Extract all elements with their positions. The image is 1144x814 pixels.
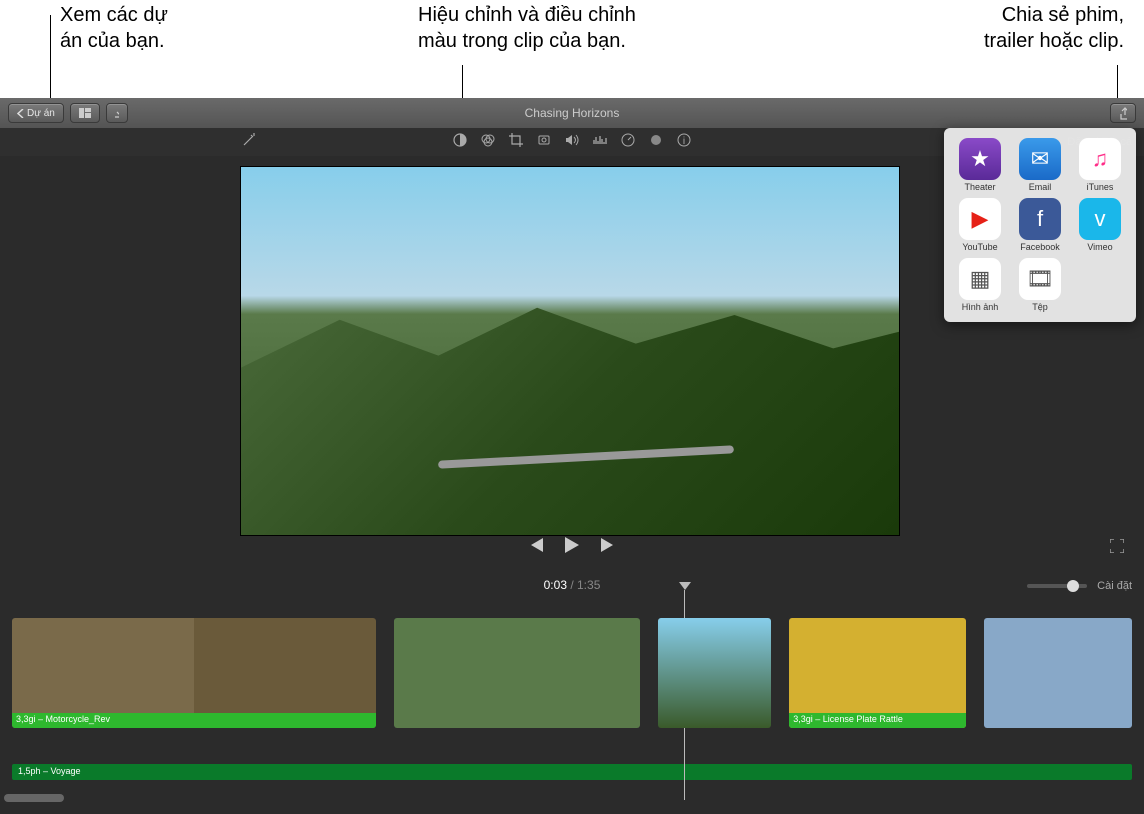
- anno-share: Chia sẻ phim, trailer hoặc clip.: [984, 2, 1124, 54]
- share-icon: 🎞: [1019, 258, 1061, 300]
- share-button[interactable]: [1110, 103, 1136, 123]
- zoom-thumb[interactable]: [1067, 580, 1079, 592]
- timeline-clip[interactable]: 3,3gi – License Plate Rattle: [789, 618, 966, 728]
- clip-thumbnail: [12, 618, 194, 728]
- zoom-slider[interactable]: [1027, 584, 1087, 588]
- anno-color: Hiệu chỉnh và điều chỉnh màu trong clip …: [418, 2, 636, 54]
- clip-thumbnail: [194, 618, 376, 728]
- info-icon[interactable]: i: [677, 133, 691, 152]
- adjustment-icons: i: [453, 133, 691, 152]
- settings-button[interactable]: Cài đặt: [1097, 580, 1132, 592]
- timeline-clip[interactable]: [984, 618, 1132, 728]
- total-time: 1:35: [577, 578, 600, 592]
- anno-projects: Xem các dự án của bạn.: [60, 2, 168, 54]
- share-item-vimeo[interactable]: v Vimeo: [1072, 198, 1128, 252]
- share-item-label: iTunes: [1087, 182, 1114, 192]
- share-icon: ▦: [959, 258, 1001, 300]
- next-button[interactable]: [599, 538, 615, 557]
- color-balance-icon[interactable]: [453, 133, 467, 152]
- play-button[interactable]: [565, 537, 579, 558]
- timeline[interactable]: 3,3gi – Motorcycle_Rev 3,3gi – License Pl…: [0, 610, 1144, 806]
- project-title: Chasing Horizons: [525, 106, 620, 120]
- stabilization-icon[interactable]: [537, 133, 551, 151]
- timeline-settings: Cài đặt: [1027, 580, 1132, 592]
- volume-icon[interactable]: [565, 133, 579, 151]
- main-toolbar: Dự án Chasing Horizons: [0, 98, 1144, 128]
- share-icon: f: [1019, 198, 1061, 240]
- clip-thumbnail: [658, 618, 771, 728]
- share-item-hình ảnh[interactable]: ▦ Hình ảnh: [952, 258, 1008, 312]
- clip-thumbnail: [789, 618, 966, 728]
- share-popover: ★ Theater ✉ Email ♫ iTunes ▶ YouTube f Facebook vV…: [944, 128, 1136, 322]
- share-item-itunes[interactable]: ♫ iTunes: [1072, 138, 1128, 192]
- crop-icon[interactable]: [509, 133, 523, 152]
- share-item-label: YouTube: [962, 242, 997, 252]
- clip-thumbnail: [984, 618, 1132, 728]
- clip-audio-label: 3,3gi – Motorcycle_Rev: [12, 713, 376, 728]
- timeline-clip[interactable]: [658, 618, 771, 728]
- clip-thumbnail: [394, 618, 640, 728]
- media-library-button[interactable]: [70, 103, 100, 123]
- share-item-label: Facebook: [1020, 242, 1060, 252]
- prev-button[interactable]: [529, 538, 545, 557]
- annotation-layer: Xem các dự án của bạn. Hiệu chỉnh và điề…: [0, 0, 1144, 98]
- share-item-tệp[interactable]: 🎞 Tệp: [1012, 258, 1068, 312]
- noise-reduction-icon[interactable]: [593, 133, 607, 151]
- time-display: 0:03 / 1:35: [544, 578, 601, 592]
- timeline-clip[interactable]: 3,3gi – Motorcycle_Rev: [12, 618, 376, 728]
- svg-text:i: i: [683, 136, 685, 147]
- preview-content: [241, 296, 899, 535]
- share-icon: ▶: [959, 198, 1001, 240]
- magic-wand-icon[interactable]: [242, 133, 256, 152]
- clips-row: 3,3gi – Motorcycle_Rev 3,3gi – License Pl…: [0, 610, 1144, 740]
- color-correction-icon[interactable]: [481, 133, 495, 152]
- projects-back-button[interactable]: Dự án: [8, 103, 64, 123]
- library-icon: [79, 108, 91, 118]
- fullscreen-button[interactable]: [1110, 539, 1124, 558]
- imovie-window: Dự án Chasing Horizons i Đặt lại Tấ: [0, 98, 1144, 814]
- chevron-left-icon: [17, 109, 24, 118]
- share-icon: [1119, 107, 1127, 120]
- share-item-label: Vimeo: [1087, 242, 1112, 252]
- share-item-label: Hình ảnh: [962, 302, 999, 312]
- speed-icon[interactable]: [621, 133, 635, 152]
- share-item-label: Email: [1029, 182, 1052, 192]
- transport-controls: [529, 537, 615, 558]
- background-audio-track[interactable]: 1,5ph – Voyage: [12, 764, 1132, 780]
- share-icon: ♫: [1079, 138, 1121, 180]
- share-item-email[interactable]: ✉ Email: [1012, 138, 1068, 192]
- video-preview[interactable]: [240, 166, 900, 536]
- share-item-label: Theater: [964, 182, 995, 192]
- share-item-label: Tệp: [1032, 302, 1048, 312]
- share-icon: ✉: [1019, 138, 1061, 180]
- share-icon: ★: [959, 138, 1001, 180]
- filter-icon[interactable]: [649, 133, 663, 152]
- time-sep: /: [567, 578, 577, 592]
- share-item-theater[interactable]: ★ Theater: [952, 138, 1008, 192]
- share-item-facebook[interactable]: f Facebook: [1012, 198, 1068, 252]
- share-item-youtube[interactable]: ▶ YouTube: [952, 198, 1008, 252]
- horizontal-scrollbar[interactable]: [4, 794, 64, 802]
- share-icon: v: [1079, 198, 1121, 240]
- import-button[interactable]: [106, 103, 128, 123]
- timeline-clip[interactable]: [394, 618, 640, 728]
- clip-audio-label: 3,3gi – License Plate Rattle: [789, 713, 966, 728]
- download-arrow-icon: [115, 108, 119, 118]
- back-label: Dự án: [27, 108, 55, 119]
- current-time: 0:03: [544, 578, 567, 592]
